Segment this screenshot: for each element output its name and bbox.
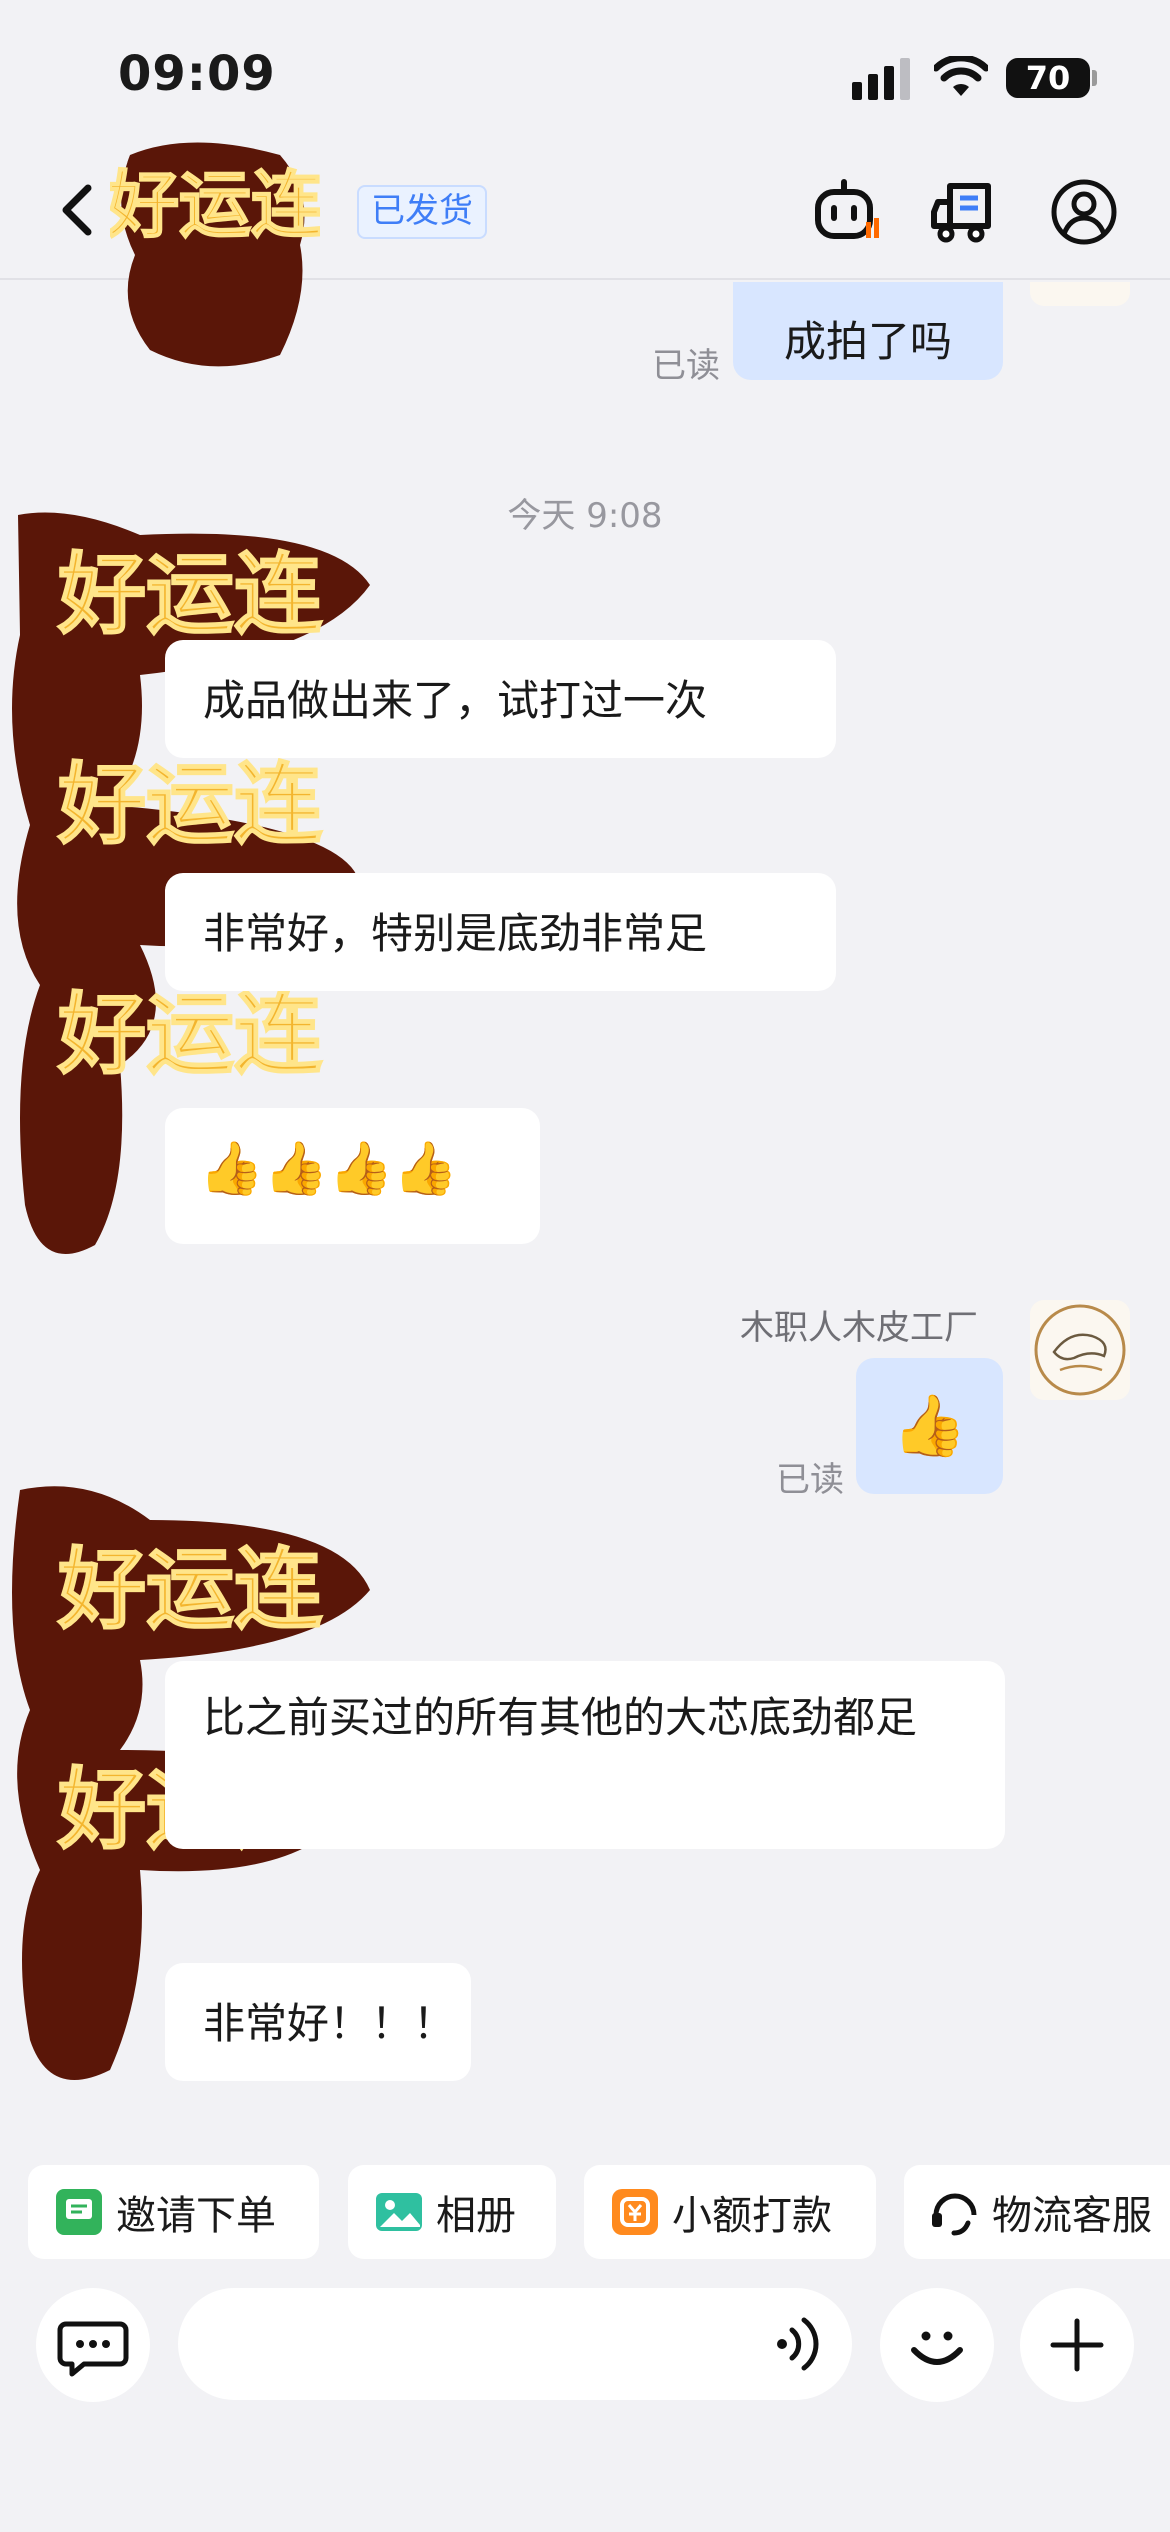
chip-label: 物流客服 [992,2193,1152,2239]
chat-bubble-icon [57,2321,129,2377]
logistics-service-button[interactable]: 物流客服 [904,2165,1170,2259]
smiley-icon [911,2331,963,2365]
sender-name: 木职人木皮工厂 [740,1308,978,1348]
more-actions-button[interactable] [1020,2288,1134,2402]
chip-label: 小额打款 [672,2193,832,2239]
message-bubble-in[interactable]: 成品做出来了，试打过一次 [165,640,836,758]
logistics-truck-icon[interactable] [930,180,998,244]
profile-icon[interactable] [1050,178,1118,246]
battery-cap [1092,70,1097,86]
order-invite-icon [56,2189,102,2235]
shop-name-sticker-text-1: 好运连 [110,162,320,247]
read-receipt: 已读 [776,1460,844,1500]
invite-order-button[interactable]: 邀请下单 [28,2165,319,2259]
message-bubble-in[interactable]: 比之前买过的所有其他的大芯底劲都足 [165,1661,1005,1849]
seller-logo-icon [1034,1304,1126,1396]
back-button[interactable] [48,178,112,242]
status-time: 09:09 [118,46,276,102]
shop-name-sticker: 好运连 [110,135,320,375]
message-text: 成拍了吗 [783,317,952,366]
read-receipt: 已读 [652,346,720,386]
plus-icon [1050,2318,1104,2372]
logistics-service-icon [932,2193,977,2236]
message-text: 比之前买过的所有其他的大芯底劲都足 [203,1693,918,1742]
message-text: 👍 [892,1391,967,1461]
album-button[interactable]: 相册 [348,2165,556,2259]
seller-avatar[interactable] [1030,282,1130,306]
message-bubble-in[interactable]: 非常好，特别是底劲非常足 [165,873,836,991]
message-input[interactable] [178,2288,852,2400]
message-bubble-in[interactable]: 👍👍👍👍 [165,1108,540,1244]
sticker-text: 好运连 [57,542,322,646]
message-bubble-in[interactable]: 非常好！！！ [165,1963,471,2081]
album-icon [376,2193,422,2231]
robot-assistant-icon[interactable] [812,178,882,244]
voice-input-icon[interactable] [772,2312,826,2376]
message-text: 非常好，特别是底劲非常足 [203,909,708,958]
message-text: 👍👍👍👍 [199,1139,458,1199]
chip-label: 邀请下单 [116,2193,276,2239]
payment-icon [612,2189,658,2235]
seller-avatar[interactable] [1030,1300,1130,1400]
wifi-icon [934,56,988,96]
message-text: 成品做出来了，试打过一次 [203,676,708,725]
battery-level: 70 [1006,58,1090,98]
message-bubble-out[interactable]: 👍 [856,1358,1003,1494]
message-bubble-out[interactable]: 成拍了吗 [733,282,1003,380]
sticker-text: 好运连 [57,982,322,1086]
chip-label: 相册 [436,2193,516,2239]
sticker-text: 好运连 [57,1537,322,1641]
message-text: 非常好！！！ [203,1999,456,2048]
emoji-button[interactable] [880,2288,994,2402]
sticker-text: 好运连 [57,752,322,856]
cellular-signal-icon [852,58,910,100]
keyboard-toggle-button[interactable] [36,2288,150,2402]
order-status-tag[interactable]: 已发货 [357,185,487,239]
small-payment-button[interactable]: 小额打款 [584,2165,876,2259]
